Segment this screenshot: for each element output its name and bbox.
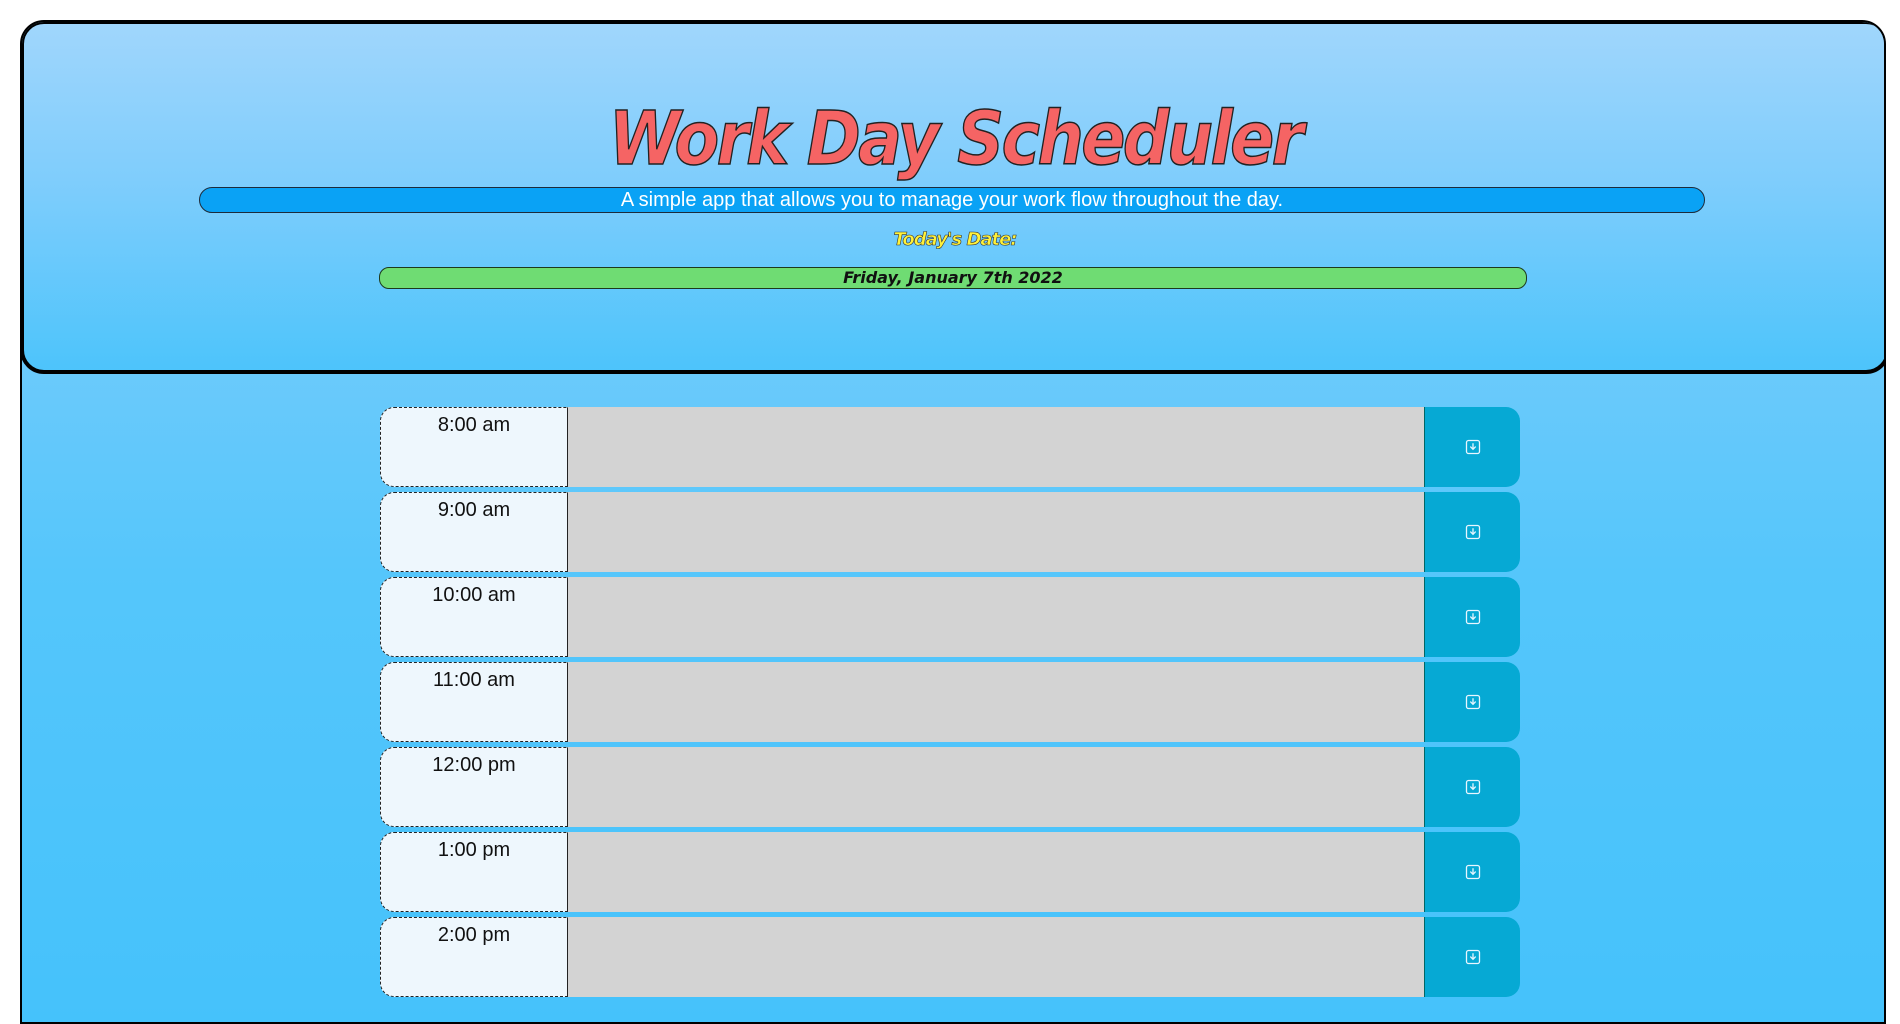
event-textarea[interactable] <box>568 832 1424 912</box>
event-textarea[interactable] <box>568 577 1424 657</box>
lead-description: A simple app that allows you to manage y… <box>199 187 1705 213</box>
time-block-row: 8:00 am <box>380 407 1520 487</box>
time-block-row: 11:00 am <box>380 662 1520 742</box>
hour-label: 8:00 am <box>380 407 568 487</box>
time-block-row: 1:00 pm <box>380 832 1520 912</box>
save-icon <box>1465 864 1481 880</box>
event-textarea[interactable] <box>568 747 1424 827</box>
save-icon <box>1465 609 1481 625</box>
event-textarea[interactable] <box>568 662 1424 742</box>
page-title: Work Day Scheduler <box>608 96 1304 182</box>
hour-label: 10:00 am <box>380 577 568 657</box>
hour-label: 12:00 pm <box>380 747 568 827</box>
save-icon <box>1465 949 1481 965</box>
save-button[interactable] <box>1424 407 1520 487</box>
save-icon <box>1465 439 1481 455</box>
hour-label: 1:00 pm <box>380 832 568 912</box>
page-container: Work Day Scheduler A simple app that all… <box>20 20 1886 1024</box>
save-button[interactable] <box>1424 577 1520 657</box>
save-button[interactable] <box>1424 492 1520 572</box>
current-date: Friday, January 7th 2022 <box>379 267 1527 289</box>
time-block-row: 12:00 pm <box>380 747 1520 827</box>
time-block-row: 9:00 am <box>380 492 1520 572</box>
save-button[interactable] <box>1424 747 1520 827</box>
header-jumbotron: Work Day Scheduler A simple app that all… <box>22 22 1884 374</box>
save-icon <box>1465 524 1481 540</box>
hour-label: 11:00 am <box>380 662 568 742</box>
save-icon <box>1465 694 1481 710</box>
hour-label: 2:00 pm <box>380 917 568 997</box>
event-textarea[interactable] <box>568 492 1424 572</box>
save-button[interactable] <box>1424 662 1520 742</box>
save-button[interactable] <box>1424 917 1520 997</box>
event-textarea[interactable] <box>568 407 1424 487</box>
time-block-row: 10:00 am <box>380 577 1520 657</box>
hour-label: 9:00 am <box>380 492 568 572</box>
time-block-row: 2:00 pm <box>380 917 1520 997</box>
schedule-container: 8:00 am 9:00 am 10:00 am 11:00 am 12:00 … <box>380 407 1520 1002</box>
today-label: Today's Date: <box>893 229 1018 251</box>
save-button[interactable] <box>1424 832 1520 912</box>
event-textarea[interactable] <box>568 917 1424 997</box>
save-icon <box>1465 779 1481 795</box>
